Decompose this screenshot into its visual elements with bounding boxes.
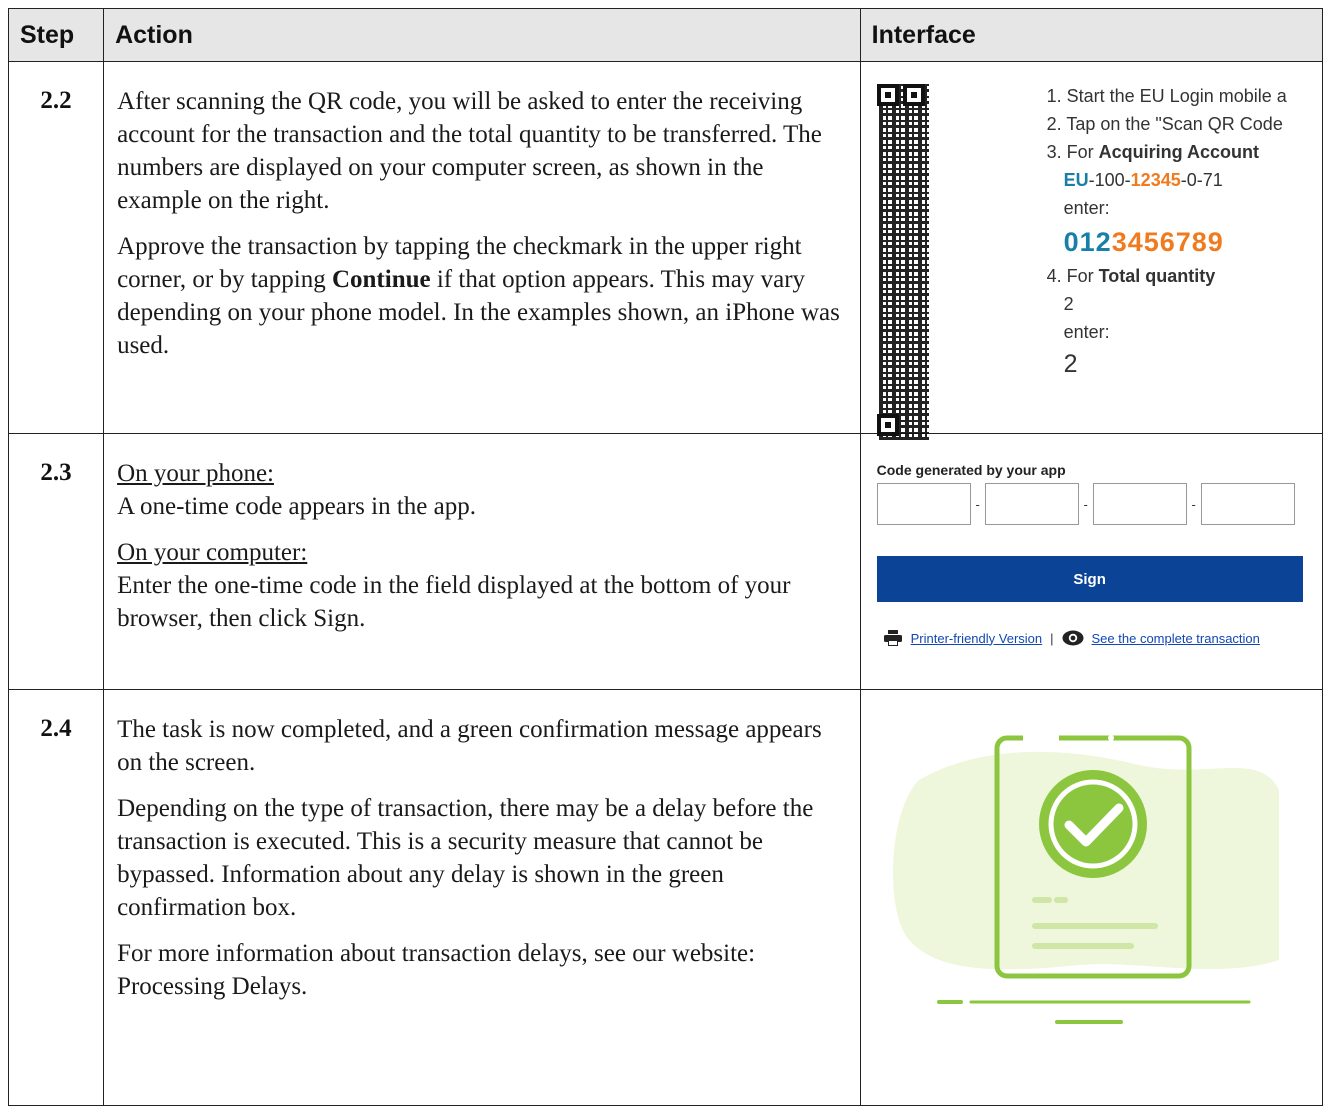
table-row: 2.3 On your phone: A one-time code appea… [7, 433, 1324, 690]
enter-label: enter: [1063, 322, 1110, 342]
table-row: 2.2 After scanning the QR code, you will… [7, 61, 1324, 440]
continue-bold: Continue [331, 266, 431, 293]
action-paragraph: The task is now completed, and a green c… [117, 716, 822, 776]
account-code: 0123456789 [1063, 227, 1224, 257]
sign-panel: Code generated by your app - - - Sign Pr… [876, 462, 1303, 646]
printer-friendly-link[interactable]: Printer-friendly Version [911, 631, 1043, 646]
code-field[interactable] [1092, 483, 1187, 525]
table-row: 2.4 The task is now completed, and a gre… [7, 689, 1324, 1106]
qr-instructions: 1. Start the EU Login mobile a 2. Tap on… [1047, 82, 1315, 382]
code-field[interactable] [1200, 483, 1295, 525]
code-separator: - [975, 496, 980, 512]
enter-label: enter: [1063, 198, 1110, 218]
interface-cell [859, 689, 1324, 1106]
code-label: Code generated by your app [876, 462, 1066, 478]
interface-cell: Code generated by your app - - - Sign Pr… [859, 433, 1324, 690]
header-row: Step Action Interface [7, 8, 1324, 62]
header-interface: Interface [859, 8, 1324, 62]
interface-cell: 1. Start the EU Login mobile a 2. Tap on… [859, 61, 1324, 440]
sign-button[interactable]: Sign [876, 556, 1303, 602]
instruction-line: 3. For Acquiring Account [1046, 142, 1259, 162]
action-paragraph: Enter the one-time code in the field dis… [117, 572, 791, 632]
action-paragraph: Approve the transaction by tapping the c… [117, 233, 840, 359]
step-number: 2.3 [7, 433, 105, 690]
footer-links: Printer-friendly Version | See the compl… [877, 630, 1303, 646]
instruction-line: 2. Tap on the "Scan QR Code [1046, 114, 1283, 134]
instruction-line: 1. Start the EU Login mobile a [1046, 86, 1287, 106]
complete-transaction-link[interactable]: See the complete transaction [1092, 631, 1260, 646]
code-fields: - - - [876, 482, 1303, 526]
action-cell: On your phone: A one-time code appears i… [103, 433, 861, 690]
code-field[interactable] [876, 483, 971, 525]
action-cell: After scanning the QR code, you will be … [103, 61, 861, 434]
code-separator: - [1191, 496, 1196, 512]
eye-icon [1062, 630, 1084, 646]
code-field[interactable] [984, 483, 1079, 525]
quantity-value: 2 [1063, 294, 1074, 314]
action-paragraph: After scanning the QR code, you will be … [117, 88, 822, 214]
quantity-code: 2 [1063, 350, 1078, 378]
action-paragraph: Depending on the type of transaction, th… [117, 795, 814, 921]
link-separator: | [1050, 630, 1054, 646]
phone-label: On your phone: [117, 460, 274, 487]
step-number: 2.2 [7, 61, 105, 434]
header-action: Action [103, 8, 861, 62]
action-paragraph: A one-time code appears in the app. [117, 493, 476, 520]
computer-label: On your computer: [117, 539, 308, 566]
instruction-table: Step Action Interface 2.2 After scanning… [7, 8, 1324, 1106]
action-paragraph: For more information about transaction d… [117, 940, 756, 1000]
account-number: EU-100-12345-0-71 [1063, 170, 1223, 190]
confirmation-illustration [879, 710, 1299, 1035]
code-separator: - [1083, 496, 1088, 512]
qr-code [876, 84, 935, 440]
step-number: 2.4 [7, 689, 105, 1106]
instruction-line: 4. For Total quantity [1046, 266, 1216, 286]
action-cell: The task is now completed, and a green c… [103, 689, 861, 1106]
header-step: Step [7, 8, 105, 62]
printer-icon [883, 630, 903, 646]
